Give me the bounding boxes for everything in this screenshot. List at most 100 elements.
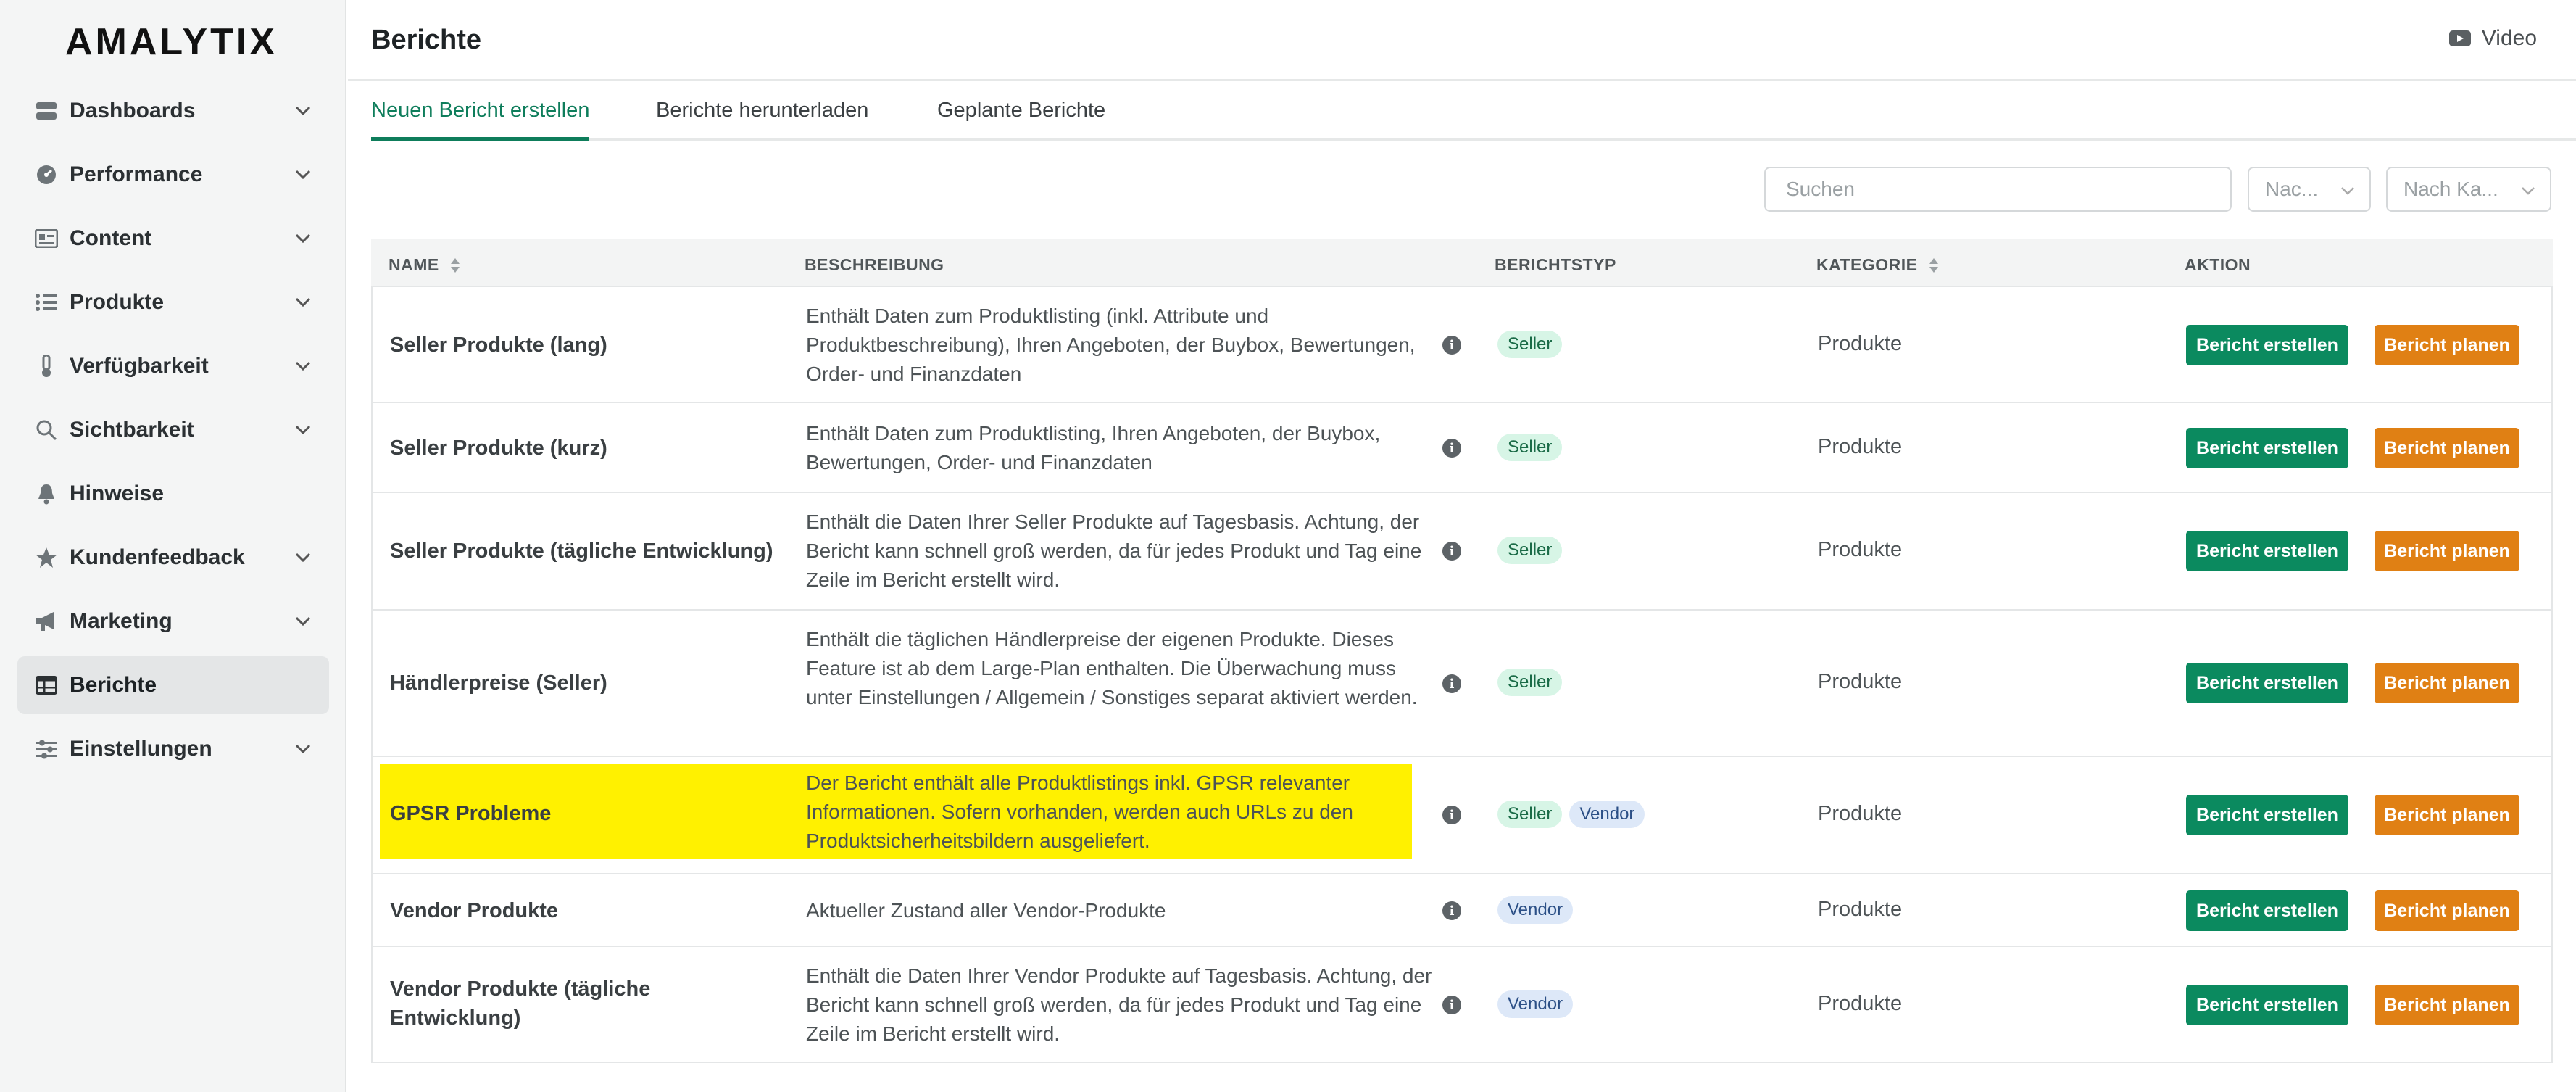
table-header: NAME BESCHREIBUNG BERICHTSTYP KATEGORIE … xyxy=(371,239,2553,287)
tab-bar: Neuen Bericht erstellen Berichte herunte… xyxy=(371,86,2576,141)
top-bar: Berichte Video xyxy=(348,0,2576,81)
dashboard-icon xyxy=(33,98,59,124)
column-header-kategorie[interactable]: KATEGORIE xyxy=(1816,255,1940,275)
sort-icon xyxy=(450,257,460,273)
column-header-aktion: AKTION xyxy=(2185,255,2251,275)
sidebar-item-label: Content xyxy=(70,226,152,250)
chevron-down-icon xyxy=(295,106,311,116)
report-category: Produkte xyxy=(1818,802,1903,825)
tab-geplante-berichte[interactable]: Geplante Berichte xyxy=(937,99,1105,141)
report-name: Seller Produkte (kurz) xyxy=(390,437,607,460)
report-category: Produkte xyxy=(1818,898,1903,921)
info-icon[interactable]: i xyxy=(1442,996,1461,1014)
column-label: NAME xyxy=(389,255,439,274)
search-input[interactable] xyxy=(1764,167,2232,212)
report-description: Enthält die Daten Ihrer Seller Produkte … xyxy=(806,510,1422,591)
sidebar-item-kundenfeedback[interactable]: Kundenfeedback xyxy=(17,529,329,587)
sidebar-item-dashboards[interactable]: Dashboards xyxy=(17,82,329,140)
sidebar-item-label: Einstellungen xyxy=(70,737,212,761)
table-row: Vendor Produkte (tägliche Entwicklung) E… xyxy=(371,947,2553,1063)
chevron-down-icon xyxy=(295,616,311,626)
report-category: Produkte xyxy=(1818,435,1903,458)
schedule-report-button[interactable]: Bericht planen xyxy=(2375,985,2519,1025)
schedule-report-button[interactable]: Bericht planen xyxy=(2375,531,2519,571)
sidebar-item-label: Hinweise xyxy=(70,481,165,505)
type-badge-seller: Seller xyxy=(1497,434,1563,461)
create-report-button[interactable]: Bericht erstellen xyxy=(2186,325,2348,365)
column-header-beschreibung: BESCHREIBUNG xyxy=(805,255,944,275)
search-icon xyxy=(33,417,59,443)
table-row: Händlerpreise (Seller) Enthält die tägli… xyxy=(371,611,2553,757)
filter-select-type-value: Nac... xyxy=(2265,178,2319,200)
report-description: Enthält Daten zum Produktlisting, Ihren … xyxy=(806,422,1381,473)
list-icon xyxy=(33,289,59,315)
column-label: KATEGORIE xyxy=(1816,255,1918,274)
info-icon[interactable]: i xyxy=(1442,542,1461,561)
create-report-button[interactable]: Bericht erstellen xyxy=(2186,663,2348,703)
table-row: Seller Produkte (lang) Enthält Daten zum… xyxy=(371,287,2553,403)
report-name: Vendor Produkte xyxy=(390,899,559,922)
sidebar-item-berichte[interactable]: Berichte xyxy=(17,656,329,714)
report-category: Produkte xyxy=(1818,538,1903,561)
chevron-down-icon xyxy=(2341,187,2354,195)
sidebar-item-label: Verfügbarkeit xyxy=(70,354,209,378)
report-name: Seller Produkte (lang) xyxy=(390,334,607,357)
column-label: AKTION xyxy=(2185,255,2251,274)
table-row: Seller Produkte (tägliche Entwicklung) E… xyxy=(371,493,2553,611)
table-row-highlighted: GPSR Probleme Der Bericht enthält alle P… xyxy=(371,757,2553,874)
sidebar: AMALYTIX Dashboards Performance Content … xyxy=(0,0,346,1092)
info-icon[interactable]: i xyxy=(1442,674,1461,693)
video-link[interactable]: Video xyxy=(2448,26,2537,51)
page-title: Berichte xyxy=(371,25,482,55)
sliders-icon xyxy=(33,736,59,762)
star-icon xyxy=(33,545,59,571)
tab-berichte-herunterladen[interactable]: Berichte herunterladen xyxy=(656,99,868,141)
chevron-down-icon xyxy=(295,425,311,435)
sidebar-item-sichtbarkeit[interactable]: Sichtbarkeit xyxy=(17,401,329,459)
column-header-name[interactable]: NAME xyxy=(389,255,461,275)
create-report-button[interactable]: Bericht erstellen xyxy=(2186,531,2348,571)
info-icon[interactable]: i xyxy=(1442,336,1461,355)
create-report-button[interactable]: Bericht erstellen xyxy=(2186,428,2348,468)
video-label: Video xyxy=(2481,26,2537,50)
schedule-report-button[interactable]: Bericht planen xyxy=(2375,663,2519,703)
bell-icon xyxy=(33,481,59,507)
schedule-report-button[interactable]: Bericht planen xyxy=(2375,795,2519,835)
column-label: BERICHTSTYP xyxy=(1495,255,1616,274)
schedule-report-button[interactable]: Bericht planen xyxy=(2375,428,2519,468)
sidebar-item-performance[interactable]: Performance xyxy=(17,146,329,204)
sort-icon xyxy=(1929,257,1938,273)
filter-select-type[interactable]: Nac... xyxy=(2248,167,2371,212)
schedule-report-button[interactable]: Bericht planen xyxy=(2375,890,2519,931)
content-icon xyxy=(33,226,59,252)
thermometer-icon xyxy=(33,353,59,379)
info-icon[interactable]: i xyxy=(1442,439,1461,458)
filter-select-category-value: Nach Ka... xyxy=(2403,178,2498,200)
report-category: Produkte xyxy=(1818,670,1903,693)
report-name: GPSR Probleme xyxy=(390,802,552,825)
report-description: Der Bericht enthält alle Produktlistings… xyxy=(806,772,1353,852)
sidebar-item-label: Berichte xyxy=(70,673,157,697)
filter-select-category[interactable]: Nach Ka... xyxy=(2386,167,2551,212)
schedule-report-button[interactable]: Bericht planen xyxy=(2375,325,2519,365)
type-badge-seller: Seller xyxy=(1497,537,1563,564)
type-badge-seller: Seller xyxy=(1497,801,1563,828)
chevron-down-icon xyxy=(295,361,311,371)
sidebar-item-produkte[interactable]: Produkte xyxy=(17,273,329,331)
create-report-button[interactable]: Bericht erstellen xyxy=(2186,795,2348,835)
logo[interactable]: AMALYTIX xyxy=(65,20,278,64)
create-report-button[interactable]: Bericht erstellen xyxy=(2186,890,2348,931)
sidebar-item-hinweise[interactable]: Hinweise xyxy=(17,465,329,523)
report-description: Aktueller Zustand aller Vendor-Produkte xyxy=(806,899,1166,922)
info-icon[interactable]: i xyxy=(1442,901,1461,920)
sidebar-item-verfuegbarkeit[interactable]: Verfügbarkeit xyxy=(17,337,329,395)
sidebar-item-content[interactable]: Content xyxy=(17,210,329,268)
info-icon[interactable]: i xyxy=(1442,806,1461,824)
tab-neuen-bericht-erstellen[interactable]: Neuen Bericht erstellen xyxy=(371,99,590,141)
report-name: Vendor Produkte (tägliche Entwicklung) xyxy=(390,977,651,1030)
sidebar-item-einstellungen[interactable]: Einstellungen xyxy=(17,720,329,778)
sidebar-item-marketing[interactable]: Marketing xyxy=(17,592,329,650)
report-name: Händlerpreise (Seller) xyxy=(390,671,607,695)
megaphone-icon xyxy=(33,608,59,634)
create-report-button[interactable]: Bericht erstellen xyxy=(2186,985,2348,1025)
